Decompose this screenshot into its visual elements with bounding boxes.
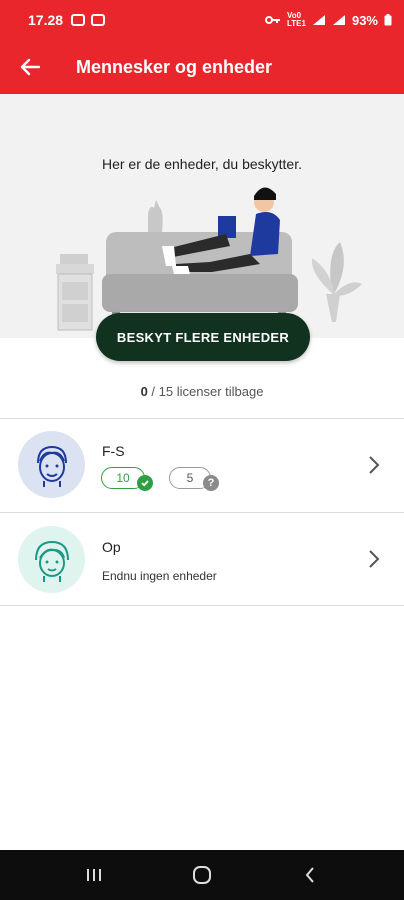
licenses-separator: /	[147, 384, 159, 399]
licenses-total: 15	[158, 384, 174, 399]
person-row-fs[interactable]: F-S 10 5 ?	[0, 419, 404, 511]
protected-count: 10	[116, 471, 130, 485]
chevron-right-icon	[369, 550, 380, 568]
notification-icon	[91, 14, 106, 26]
home-button[interactable]	[182, 855, 222, 895]
signal-icon	[332, 15, 345, 25]
arrow-left-icon	[20, 58, 40, 76]
licenses-suffix: licenser tilbage	[173, 384, 264, 399]
person-row-op[interactable]: Op Endnu ingen enheder	[0, 513, 404, 605]
licenses-used: 0	[140, 384, 148, 399]
person-name: Op	[102, 539, 121, 555]
child-face-icon	[34, 540, 69, 582]
protect-more-devices-button[interactable]: BESKYT FLERE ENHEDER	[96, 313, 310, 361]
question-icon: ?	[203, 475, 219, 491]
person-subtitle: Endnu ingen enheder	[102, 569, 217, 583]
avatar	[18, 431, 85, 498]
hero-text: Her er de enheder, du beskytter.	[101, 156, 302, 172]
recent-apps-button[interactable]	[74, 855, 114, 895]
notification-icon	[71, 14, 86, 26]
signal-icon	[312, 15, 325, 25]
back-chevron-icon	[305, 867, 314, 883]
app-bar: Mennesker og enheder	[0, 40, 404, 94]
status-time: 17.28	[28, 12, 64, 28]
person-name: F-S	[102, 443, 125, 459]
chevron-right-icon	[369, 456, 380, 474]
back-button[interactable]	[0, 40, 60, 94]
network-label: LTE1	[287, 19, 306, 28]
page-title: Mennesker og enheder	[76, 56, 273, 77]
hero-section: Her er de enheder, du beskytter.	[0, 94, 404, 338]
system-nav-bar	[0, 850, 404, 900]
battery-icon	[384, 14, 392, 26]
key-icon	[265, 16, 280, 24]
unprotected-count: 5	[186, 471, 194, 485]
avatar	[18, 526, 85, 593]
boy-face-icon	[36, 445, 67, 487]
home-icon	[193, 866, 211, 884]
recent-apps-icon	[87, 869, 101, 881]
check-icon	[137, 475, 153, 491]
divider	[0, 605, 404, 606]
system-back-button[interactable]	[290, 855, 330, 895]
status-bar: 17.28 Vo0 LTE1 93%	[0, 0, 404, 40]
licenses-remaining: 0 / 15 licenser tilbage	[0, 384, 404, 399]
battery-percent: 93%	[351, 12, 378, 28]
